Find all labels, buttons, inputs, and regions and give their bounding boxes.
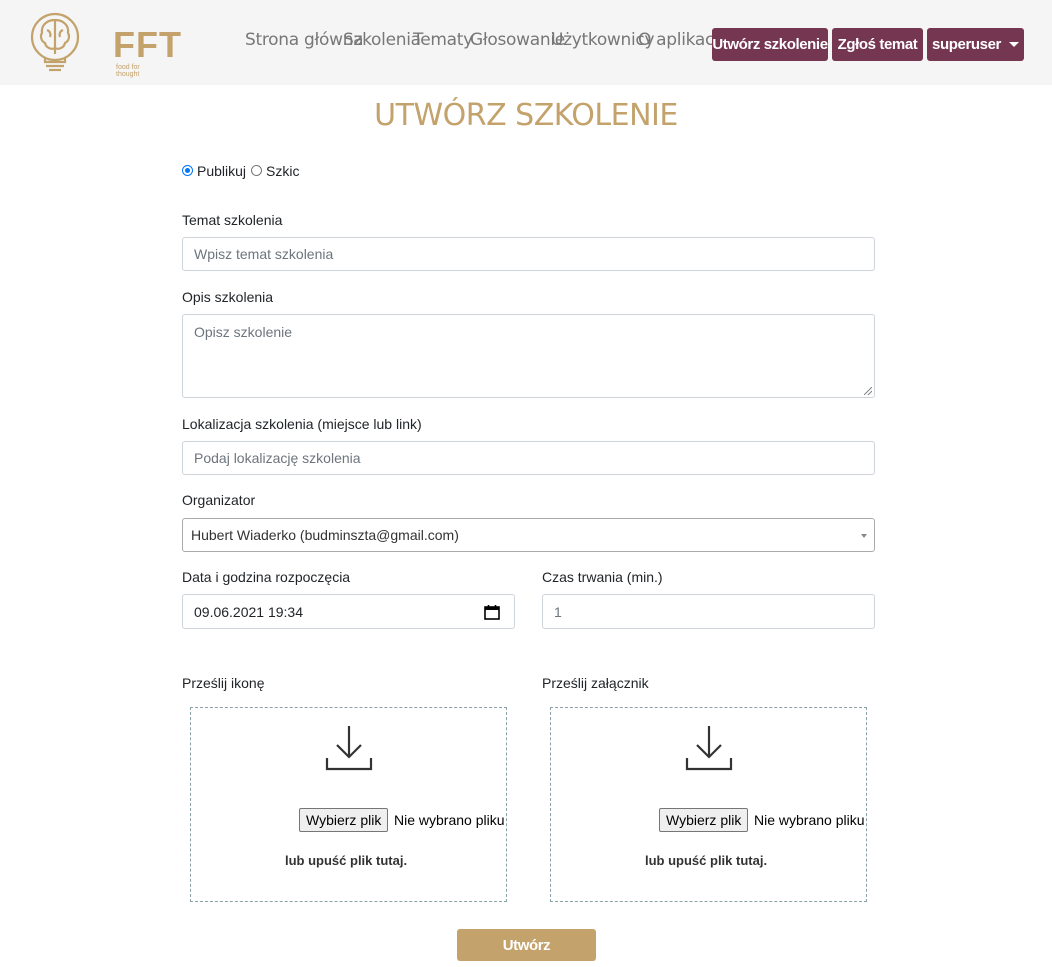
location-placeholder: Podaj lokalizację szkolenia: [194, 450, 361, 466]
start-datetime-input[interactable]: 09.06.2021 19:34: [182, 594, 515, 629]
organizer-label: Organizator: [182, 492, 256, 508]
lightbulb-brain-icon: [30, 12, 80, 72]
create-training-button[interactable]: Utwórz szkolenie: [712, 28, 828, 61]
duration-value: 1: [554, 603, 562, 620]
topic-input[interactable]: Wpisz temat szkolenia: [182, 237, 875, 271]
location-input[interactable]: Podaj lokalizację szkolenia: [182, 441, 875, 475]
attachment-drop-hint: lub upuść plik tutaj.: [645, 853, 768, 868]
start-value: 09.06.2021 19:34: [194, 603, 303, 620]
nav-link-trainings[interactable]: Szkolenia: [343, 30, 421, 50]
icon-choose-file-label: Wybierz plik: [306, 812, 382, 828]
chevron-down-icon: [1008, 42, 1019, 47]
brand-tagline: food for thought: [116, 64, 140, 78]
nav-link-topics[interactable]: Tematy: [413, 30, 473, 50]
organizer-value: Hubert Wiaderko (budminszta@gmail.com): [191, 527, 459, 543]
start-label: Data i godzina rozpoczęcia: [182, 569, 351, 585]
organizer-select[interactable]: Hubert Wiaderko (budminszta@gmail.com): [182, 518, 875, 552]
attachment-dropzone[interactable]: Wybierz plik Nie wybrano pliku lub upuść…: [550, 707, 867, 902]
publish-label: Publikuj: [197, 163, 247, 179]
user-menu-button[interactable]: superuser: [927, 28, 1024, 61]
username: superuser: [932, 36, 1001, 53]
report-topic-label: Zgłoś temat: [837, 36, 918, 53]
duration-label: Czas trwania (min.): [542, 569, 663, 585]
icon-dropzone[interactable]: Wybierz plik Nie wybrano pliku lub upuść…: [190, 707, 507, 902]
description-placeholder: Opisz szkolenie: [194, 324, 293, 340]
topic-placeholder: Wpisz temat szkolenia: [194, 246, 334, 262]
fft-logo[interactable]: FFT food for thought: [28, 10, 181, 78]
icon-upload-label: Prześlij ikonę: [182, 675, 265, 691]
download-icon: [325, 726, 373, 771]
attachment-upload-label: Prześlij załącznik: [542, 675, 649, 691]
report-topic-button[interactable]: Zgłoś temat: [832, 28, 923, 61]
attachment-choose-file-label: Wybierz plik: [666, 812, 742, 828]
attachment-no-file-text: Nie wybrano pliku: [754, 812, 865, 828]
attachment-choose-file-button[interactable]: Wybierz plik: [659, 808, 749, 832]
brand-name: FFT: [113, 24, 182, 65]
draft-radio[interactable]: [251, 165, 262, 176]
submit-button[interactable]: Utwórz: [457, 929, 596, 961]
description-label: Opis szkolenia: [182, 289, 274, 305]
calendar-icon[interactable]: [484, 605, 500, 620]
icon-drop-hint: lub upuść plik tutaj.: [285, 853, 408, 868]
topic-label: Temat szkolenia: [182, 212, 283, 228]
resize-grip-icon[interactable]: [864, 387, 872, 395]
dropdown-arrow-icon: [861, 534, 867, 538]
duration-input[interactable]: 1: [542, 594, 875, 629]
nav-link-about[interactable]: O aplikacji: [638, 30, 723, 50]
location-label: Lokalizacja szkolenia (miejsce lub link): [182, 416, 422, 432]
create-training-label: Utwórz szkolenie: [712, 36, 828, 53]
icon-choose-file-button[interactable]: Wybierz plik: [299, 808, 389, 832]
download-icon: [685, 726, 733, 771]
submit-label: Utwórz: [502, 936, 551, 954]
navbar: FFT food for thought Strona główna Szkol…: [0, 0, 1052, 85]
draft-label: Szkic: [266, 163, 300, 179]
publish-radio[interactable]: [182, 165, 193, 176]
icon-no-file-text: Nie wybrano pliku: [394, 812, 505, 828]
description-textarea[interactable]: Opisz szkolenie: [182, 314, 875, 398]
page-title: UTWÓRZ SZKOLENIE: [374, 98, 678, 133]
